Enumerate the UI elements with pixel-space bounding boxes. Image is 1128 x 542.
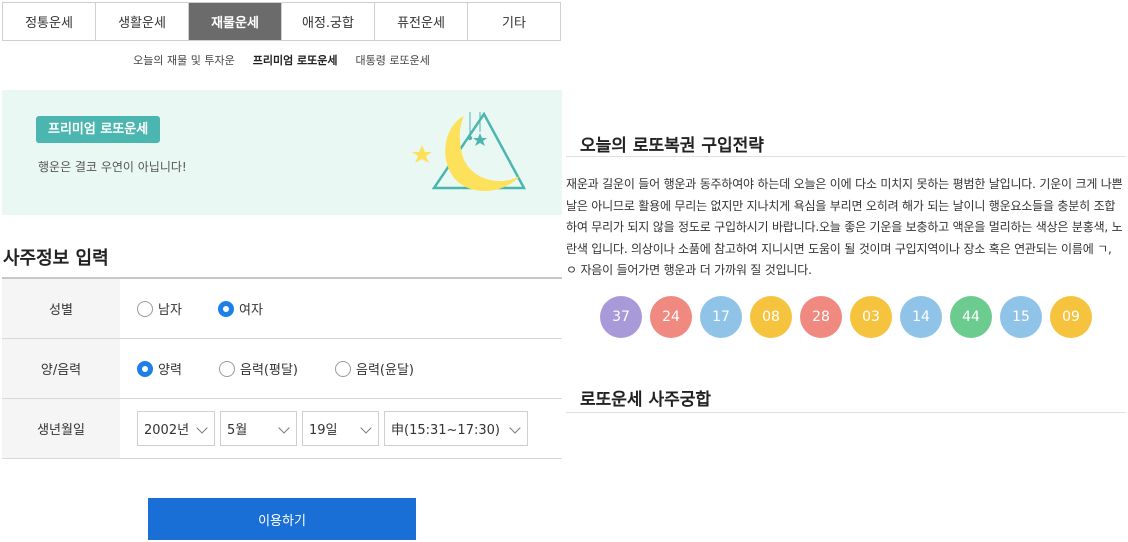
compat-title: 로또운세 사주궁합: [566, 385, 726, 412]
banner-badge: 프리미엄 로또운세: [36, 116, 161, 143]
gender-row: 성별 남자 여자: [2, 279, 562, 339]
form-section-title: 사주정보 입력: [3, 248, 109, 269]
lotto-number-ball: 15: [1000, 296, 1042, 338]
calendar-radio-lunar-normal[interactable]: 음력(평달): [219, 359, 335, 378]
radio-selected-icon: [137, 360, 153, 377]
divider: [566, 156, 1126, 157]
tab-fusion[interactable]: 퓨전운세: [375, 3, 468, 40]
moon-illustration: [412, 111, 527, 191]
radio-selected-icon: [218, 300, 234, 317]
star-icon: [412, 145, 432, 163]
lotto-number-ball: 17: [700, 296, 742, 338]
chevron-down-icon: [278, 422, 290, 434]
submit-button[interactable]: 이용하기: [148, 498, 416, 540]
birthdate-label: 생년월일: [2, 399, 120, 458]
lotto-number-ball: 37: [600, 296, 642, 338]
lotto-number-ball: 28: [800, 296, 842, 338]
moon-icon: [445, 116, 520, 191]
tab-saenghwal[interactable]: 생활운세: [96, 3, 189, 40]
gender-radio-female[interactable]: 여자: [218, 299, 263, 318]
calendar-label: 양/음력: [2, 339, 120, 398]
lotto-number-ball: 03: [850, 296, 892, 338]
tab-aejeong[interactable]: 애정.궁합: [282, 3, 375, 40]
lotto-number-ball: 14: [900, 296, 942, 338]
calendar-radio-lunar-leap[interactable]: 음력(윤달): [335, 359, 414, 378]
tab-jeongtong[interactable]: 정통운세: [3, 3, 96, 40]
lotto-number-ball: 24: [650, 296, 692, 338]
radio-unselected-icon: [137, 300, 153, 317]
star-icon: [473, 133, 487, 146]
promo-banner: 프리미엄 로또운세 행운은 결코 우연이 아닙니다!: [2, 90, 562, 215]
gender-radio-male[interactable]: 남자: [137, 299, 218, 318]
subnav-item-today-wealth[interactable]: 오늘의 재물 및 투자운: [133, 52, 235, 68]
radio-unselected-icon: [219, 360, 235, 377]
subnav-item-premium-lotto[interactable]: 프리미엄 로또운세: [253, 52, 338, 68]
chevron-down-icon: [509, 422, 521, 434]
month-select[interactable]: 5월: [220, 411, 297, 446]
strategy-description: 재운과 길운이 들어 행운과 동주하여야 하는데 오늘은 이에 다소 미치지 못…: [566, 177, 1123, 277]
lotto-number-ball: 44: [950, 296, 992, 338]
subnav-item-president-lotto[interactable]: 대통령 로또운세: [356, 52, 430, 68]
calendar-row: 양/음력 양력 음력(평달) 음력(윤달): [2, 339, 562, 399]
lotto-number-ball: 08: [750, 296, 792, 338]
gender-label: 성별: [2, 279, 120, 338]
radio-unselected-icon: [335, 360, 351, 377]
sub-navigation: 오늘의 재물 및 투자운 프리미엄 로또운세 대통령 로또운세: [0, 52, 563, 68]
divider: [566, 412, 1126, 413]
year-select[interactable]: 2002년: [137, 411, 215, 446]
strategy-title: 오늘의 로또복권 구입전략: [566, 131, 778, 158]
saju-info-form: 성별 남자 여자 양/음력 양력 음력(평달) 음력(윤달) 생년월일 2002…: [2, 277, 562, 459]
calendar-radio-solar[interactable]: 양력: [137, 359, 219, 378]
birthdate-row: 생년월일 2002년 5월 19일 申(15:31~17:30): [2, 399, 562, 459]
tab-jaemul[interactable]: 재물운세: [189, 3, 282, 40]
chevron-down-icon: [196, 422, 208, 434]
chevron-down-icon: [360, 422, 372, 434]
time-select[interactable]: 申(15:31~17:30): [384, 411, 528, 446]
tab-etc[interactable]: 기타: [468, 3, 560, 40]
lotto-number-list: 37 24 17 08 28 03 14 44 15 09: [600, 296, 1092, 338]
lotto-number-ball: 09: [1050, 296, 1092, 338]
banner-text: 행운은 결코 우연이 아닙니다!: [38, 160, 187, 174]
day-select[interactable]: 19일: [302, 411, 379, 446]
right-column: 오늘의 로또복권 구입전략 재운과 길운이 들어 행운과 동주하여야 하는데 오…: [566, 0, 1128, 542]
category-tabs: 정통운세 생활운세 재물운세 애정.궁합 퓨전운세 기타: [2, 2, 561, 41]
left-column: 정통운세 생활운세 재물운세 애정.궁합 퓨전운세 기타 오늘의 재물 및 투자…: [0, 0, 563, 542]
